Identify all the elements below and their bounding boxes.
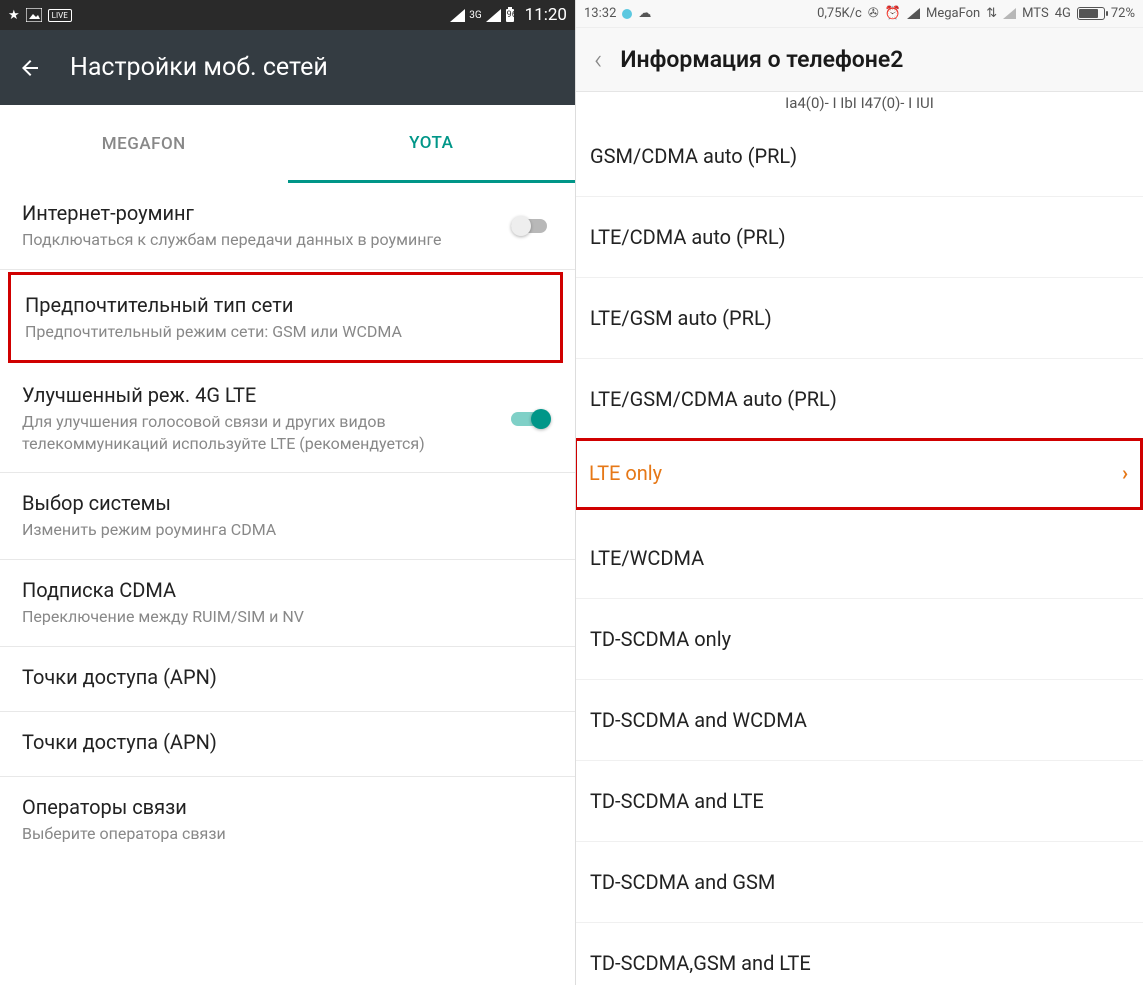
signal-icon	[486, 9, 501, 22]
item-label: LTE/WCDMA	[590, 546, 704, 570]
alarm-icon: ⏰	[885, 6, 901, 21]
list-item[interactable]: GSM/CDMA auto (PRL)	[576, 116, 1143, 197]
item-label: TD-SCDMA and GSM	[590, 870, 775, 894]
partial-cut-text: Ia4(0)- I IbI I47(0)- I IUI	[576, 92, 1143, 116]
data-arrows-icon: ⇅	[986, 6, 997, 21]
list-item-lte-only[interactable]: LTE only ›	[576, 438, 1143, 510]
item-label: GSM/CDMA auto (PRL)	[590, 144, 797, 168]
tab-megafon[interactable]: MEGAFON	[0, 105, 288, 183]
list-item[interactable]: TD-SCDMA and WCDMA	[576, 680, 1143, 761]
status-bar: 13:32 ☁ 0,75K/c ✇ ⏰ MegaFon ⇅ MTS 4G 72%	[576, 0, 1143, 28]
list-item[interactable]: TD-SCDMA and LTE	[576, 761, 1143, 842]
item-label: TD-SCDMA only	[590, 627, 731, 651]
sim-tabs: MEGAFON YOTA	[0, 105, 575, 183]
image-icon	[26, 8, 42, 22]
app-bar: Настройки моб. сетей	[0, 30, 575, 105]
data-speed: 0,75K/c	[817, 6, 862, 21]
chevron-right-icon: ›	[1122, 461, 1128, 485]
list-item[interactable]: TD-SCDMA only	[576, 599, 1143, 680]
app-indicator-icon	[622, 9, 632, 19]
item-subtitle: Подключаться к службам передачи данных в…	[22, 229, 485, 251]
item-title: Точки доступа (APN)	[22, 730, 553, 754]
settings-list: Интернет-роуминг Подключаться к службам …	[0, 183, 575, 862]
list-item[interactable]: LTE/CDMA auto (PRL)	[576, 197, 1143, 278]
status-bar: ★ LIVE 3G 96 11:20	[0, 0, 575, 30]
phone-screenshot-left: ★ LIVE 3G 96 11:20 Настройки моб. сетей …	[0, 0, 576, 985]
network-mode-list: GSM/CDMA auto (PRL) LTE/CDMA auto (PRL) …	[576, 116, 1143, 985]
item-apn-2[interactable]: Точки доступа (APN)	[0, 712, 575, 777]
page-title: Настройки моб. сетей	[70, 53, 328, 82]
list-item[interactable]: TD-SCDMA,GSM and LTE	[576, 923, 1143, 985]
item-data-roaming[interactable]: Интернет-роуминг Подключаться к службам …	[0, 183, 575, 270]
signal-icon	[450, 9, 465, 22]
page-title: Информация о телефоне2	[620, 46, 903, 73]
list-item[interactable]: LTE/WCDMA	[576, 518, 1143, 599]
item-subtitle: Предпочтительный режим сети: GSM или WCD…	[25, 321, 546, 343]
item-apn-1[interactable]: Точки доступа (APN)	[0, 647, 575, 712]
tab-yota[interactable]: YOTA	[288, 105, 576, 183]
item-label: TD-SCDMA and LTE	[590, 789, 764, 813]
back-arrow-icon[interactable]	[18, 56, 42, 80]
item-system-select[interactable]: Выбор системы Изменить режим роуминга CD…	[0, 473, 575, 560]
item-operators[interactable]: Операторы связи Выберите оператора связи	[0, 777, 575, 863]
battery-percent: 72%	[1111, 6, 1135, 21]
item-label: LTE/GSM auto (PRL)	[590, 306, 772, 330]
vibrate-icon: ✇	[868, 6, 879, 21]
list-item[interactable]: LTE/GSM/CDMA auto (PRL)	[576, 359, 1143, 440]
star-icon: ★	[8, 8, 20, 23]
network-label: 4G	[1055, 6, 1071, 21]
item-preferred-network-type[interactable]: Предпочтительный тип сети Предпочтительн…	[8, 272, 563, 364]
battery-icon: 96	[505, 7, 515, 23]
item-label: TD-SCDMA and WCDMA	[590, 708, 807, 732]
enhanced-4g-toggle[interactable]	[511, 408, 551, 430]
item-enhanced-4g-lte[interactable]: Улучшенный реж. 4G LTE Для улучшения гол…	[0, 365, 575, 473]
item-title: Операторы связи	[22, 795, 553, 819]
item-subtitle: Выберите оператора связи	[22, 823, 553, 845]
phone-screenshot-right: 13:32 ☁ 0,75K/c ✇ ⏰ MegaFon ⇅ MTS 4G 72%…	[576, 0, 1143, 985]
item-title: Выбор системы	[22, 491, 553, 515]
app-indicator-icon: ☁	[638, 6, 651, 21]
carrier-label: MTS	[1022, 6, 1049, 21]
item-title: Подписка CDMA	[22, 578, 553, 602]
battery-icon	[1077, 7, 1105, 20]
list-item[interactable]: LTE/GSM auto (PRL)	[576, 278, 1143, 359]
network-label: 3G	[469, 10, 481, 21]
back-chevron-icon[interactable]: ‹	[594, 43, 602, 76]
roaming-toggle[interactable]	[511, 215, 551, 237]
live-icon: LIVE	[48, 9, 72, 22]
item-label: LTE/CDMA auto (PRL)	[590, 225, 786, 249]
status-time: 11:20	[525, 5, 567, 25]
item-label: TD-SCDMA,GSM and LTE	[590, 951, 811, 975]
list-item[interactable]: TD-SCDMA and GSM	[576, 842, 1143, 923]
app-bar: ‹ Информация о телефоне2	[576, 28, 1143, 92]
item-subtitle: Для улучшения голосовой связи и других в…	[22, 411, 485, 454]
item-title: Улучшенный реж. 4G LTE	[22, 383, 485, 407]
item-title: Предпочтительный тип сети	[25, 293, 546, 317]
status-time: 13:32	[584, 6, 616, 21]
item-cdma-subscription[interactable]: Подписка CDMA Переключение между RUIM/SI…	[0, 560, 575, 647]
signal-icon	[1003, 8, 1016, 19]
item-title: Точки доступа (APN)	[22, 665, 553, 689]
signal-icon	[907, 8, 920, 19]
item-subtitle: Изменить режим роуминга CDMA	[22, 519, 553, 541]
item-title: Интернет-роуминг	[22, 201, 485, 225]
carrier-label: MegaFon	[926, 6, 980, 21]
item-label: LTE/GSM/CDMA auto (PRL)	[590, 387, 837, 411]
item-subtitle: Переключение между RUIM/SIM и NV	[22, 606, 553, 628]
item-label: LTE only	[589, 461, 662, 485]
